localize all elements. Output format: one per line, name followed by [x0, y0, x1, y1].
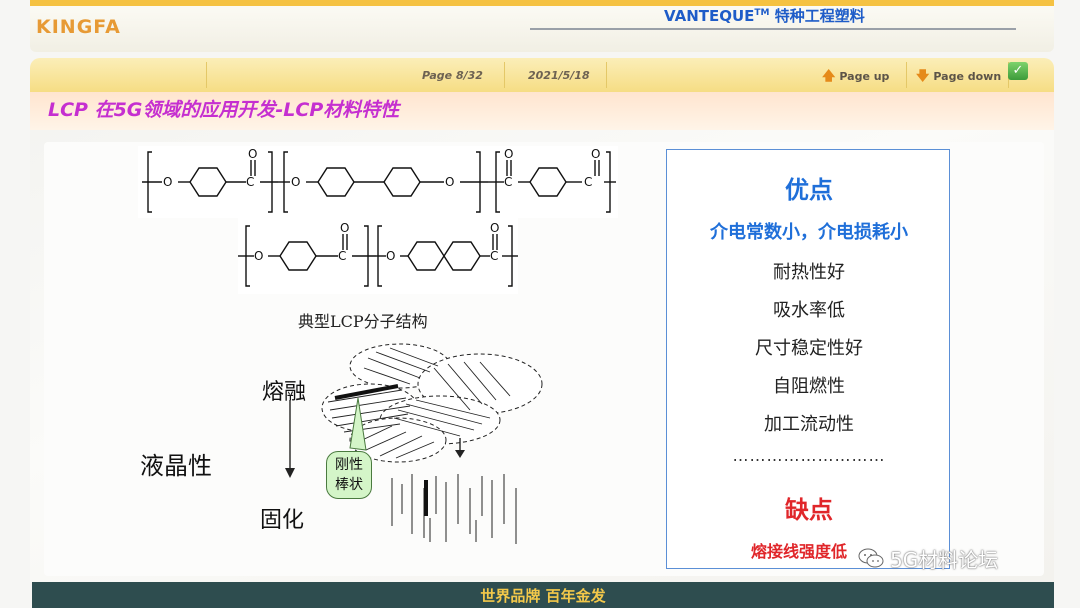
page-down-button[interactable]: 🡇 Page down	[916, 67, 1001, 89]
svg-text:C: C	[504, 175, 512, 189]
svg-text:O: O	[445, 175, 454, 189]
footer-slogan: 世界品牌 百年金发	[480, 587, 606, 605]
page-number: Page 8/32	[422, 69, 483, 82]
pros-cons-panel: 优点 介电常数小，介电损耗小 耐热性好 吸水率低 尺寸稳定性好 自阻燃性 加工流…	[666, 149, 950, 569]
pros-item: 耐热性好	[773, 262, 845, 283]
brand-title: VANTEQUETM 特种工程塑料	[664, 5, 865, 26]
rigid-rod-callout: 刚性 棒状	[326, 451, 372, 499]
pros-item: 吸水率低	[773, 300, 845, 321]
liquid-crystallinity-label: 液晶性	[140, 452, 212, 480]
brand-tm: TM	[754, 8, 770, 18]
pros-main-point: 介电常数小，介电损耗小	[710, 222, 908, 243]
svg-text:O: O	[291, 175, 300, 189]
cons-title: 缺点	[785, 495, 833, 524]
brand-suffix: 特种工程塑料	[769, 7, 865, 25]
solidify-label: 固化	[260, 508, 305, 533]
pros-title: 优点	[785, 175, 833, 204]
nav-divider	[906, 62, 907, 88]
molecule-caption: 典型LCP分子结构	[298, 312, 428, 331]
rigid-rod-line1: 刚性	[335, 457, 363, 473]
watermark-text: 5G材料论坛	[890, 547, 999, 572]
slide: KINGFA VANTEQUETM 特种工程塑料 Page 8/32 2021/…	[0, 0, 1080, 608]
footer-bar: 世界品牌 百年金发	[32, 582, 1054, 608]
watermark: 5G材料论坛	[858, 544, 998, 572]
svg-text:O: O	[504, 147, 513, 161]
slide-date: 2021/5/18	[528, 69, 590, 82]
svg-text:O: O	[490, 221, 499, 235]
svg-text:C: C	[490, 249, 498, 263]
liquid-crystal-domain-diagram	[285, 343, 543, 544]
header-accent-line	[30, 0, 1054, 6]
svg-text:C: C	[338, 249, 346, 263]
svg-text:O: O	[163, 175, 172, 189]
pros-item: 加工流动性	[764, 414, 854, 435]
page-up-button[interactable]: 🡅 Page up	[822, 67, 889, 89]
brand-underline	[530, 28, 1016, 30]
brand-prefix: VANTEQUE	[664, 7, 755, 25]
header-bar	[30, 0, 1054, 52]
svg-text:O: O	[386, 249, 395, 263]
section-separator: ………………………	[732, 446, 886, 465]
svg-text:O: O	[340, 221, 349, 235]
check-icon[interactable]: ✓	[1008, 62, 1028, 80]
page-down-label: Page down	[933, 70, 1002, 83]
melt-label: 熔融	[262, 380, 307, 405]
nav-divider	[504, 62, 505, 88]
svg-text:O: O	[248, 147, 257, 161]
nav-divider	[206, 62, 207, 88]
kingfa-logo: KINGFA	[36, 16, 121, 38]
svg-text:C: C	[246, 175, 254, 189]
rigid-rod-line2: 棒状	[335, 477, 363, 493]
pros-item: 自阻燃性	[773, 376, 845, 397]
wechat-icon	[858, 548, 884, 568]
arrow-down-icon: 🡇	[916, 69, 930, 84]
nav-divider	[606, 62, 607, 88]
cons-item: 熔接线强度低	[751, 542, 848, 561]
pros-item: 尺寸稳定性好	[755, 338, 863, 359]
navigation-bar: Page 8/32 2021/5/18 🡅 Page up 🡇 Page down	[30, 58, 1054, 92]
slide-title: LCP 在5G领域的应用开发-LCP材料特性	[48, 99, 400, 121]
svg-text:O: O	[591, 147, 600, 161]
page-up-label: Page up	[839, 70, 890, 83]
lcp-molecular-structure-diagram: O C O O O C O C O O C O O C O	[138, 146, 618, 294]
arrow-up-icon: 🡅	[822, 69, 836, 84]
svg-text:C: C	[584, 175, 592, 189]
svg-text:O: O	[254, 249, 263, 263]
